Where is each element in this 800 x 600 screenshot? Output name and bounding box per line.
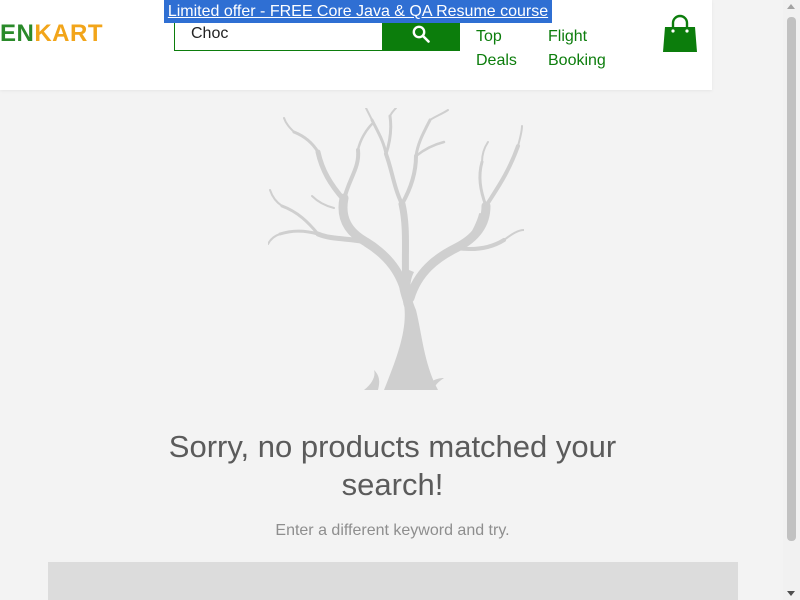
nav-link-top-deals-line2: Deals [476, 52, 517, 69]
logo-part-green: EN [0, 20, 35, 47]
logo[interactable]: ENKART [0, 20, 103, 48]
search-icon [412, 25, 430, 43]
nav-link-flight-booking-line1: Flight [548, 28, 588, 45]
nav-link-top-deals[interactable]: Top Deals [476, 25, 536, 73]
scroll-up-arrow-icon[interactable] [787, 4, 795, 9]
page: ENKART Top Deals Flight Booking L [0, 0, 800, 600]
scrollbar-thumb[interactable] [787, 17, 796, 541]
empty-state-title: Sorry, no products matched your search! [168, 429, 617, 502]
nav-link-flight-booking[interactable]: Flight Booking [548, 25, 618, 73]
nav-link-flight-booking-line2: Booking [548, 52, 606, 69]
bare-tree-illustration [268, 108, 524, 390]
empty-state-subtitle: Enter a different keyword and try. [275, 522, 510, 539]
nav-link-top-deals-line1: Top [476, 28, 502, 45]
shopping-bag-icon[interactable] [662, 14, 698, 54]
footer [48, 562, 738, 600]
vertical-scrollbar[interactable] [783, 0, 800, 600]
promo-link[interactable]: Limited offer - FREE Core Java & QA Resu… [164, 0, 552, 23]
scroll-down-arrow-icon[interactable] [787, 591, 795, 596]
logo-part-orange: KART [34, 20, 103, 47]
